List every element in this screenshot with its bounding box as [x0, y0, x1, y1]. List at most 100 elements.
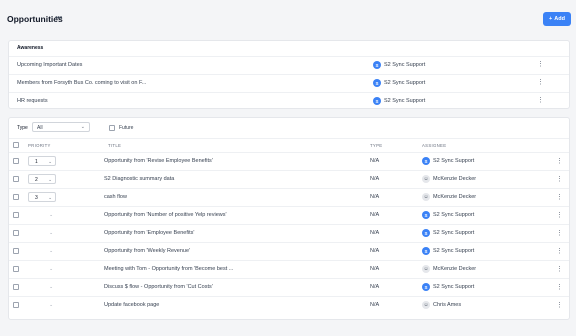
more-vertical-icon[interactable]: ⋮ — [556, 284, 563, 291]
priority-select[interactable]: 3 ⌄ — [28, 192, 56, 202]
more-vertical-icon[interactable]: ⋮ — [556, 212, 563, 219]
table-row[interactable]: 2 ⌄ S2 Diagnostic summary data N/A ☺ McKenzie… — [9, 170, 569, 188]
priority-select[interactable]: ⌄ — [28, 210, 56, 220]
priority-select[interactable]: 1 ⌄ — [28, 156, 56, 166]
awareness-row[interactable]: HR requests S S2 Sync Support ⋮ — [9, 92, 569, 109]
row-title[interactable]: Opportunity from 'Weekly Revenue' — [104, 248, 190, 254]
row-checkbox[interactable] — [13, 176, 19, 182]
chevron-down-icon: ⌄ — [49, 248, 53, 253]
more-vertical-icon[interactable]: ⋮ — [556, 266, 563, 273]
more-vertical-icon[interactable]: ⋮ — [537, 79, 544, 86]
row-type: N/A — [370, 266, 380, 272]
more-vertical-icon[interactable]: ⋮ — [556, 176, 563, 183]
table-row[interactable]: 3 ⌄ cash flow N/A ☺ McKenzie Decker ⋮ — [9, 188, 569, 206]
table-row[interactable]: 1 ⌄ Opportunity from 'Revise Employee Bene… — [9, 152, 569, 170]
assignee-name: S2 Sync Support — [433, 248, 475, 254]
priority-select[interactable]: ⌄ — [28, 264, 56, 274]
row-title[interactable]: Discuss $ flow - Opportunity from 'Cut C… — [104, 284, 213, 290]
more-vertical-icon[interactable]: ⋮ — [556, 302, 563, 309]
more-vertical-icon[interactable]: ⋮ — [556, 248, 563, 255]
s2-sync-logo-icon: S — [422, 283, 430, 291]
priority-value: 1 — [35, 159, 38, 165]
row-title[interactable]: Meeting with Tom - Opportunity from 'Bec… — [104, 266, 233, 272]
awareness-assignee: S S2 Sync Support — [373, 79, 425, 87]
row-type: N/A — [370, 230, 380, 236]
table-row[interactable]: ⌄ Opportunity from 'Employee Benefits' N/A… — [9, 224, 569, 242]
awareness-row[interactable]: Members from Forsyth Bus Co. coming to v… — [9, 74, 569, 91]
row-assignee: S S2 Sync Support — [422, 157, 474, 165]
row-assignee: ☺ McKenzie Decker — [422, 265, 476, 273]
s2-sync-logo-icon: S — [373, 61, 381, 69]
row-checkbox[interactable] — [13, 248, 19, 254]
assignee-name: S2 Sync Support — [433, 284, 475, 290]
row-checkbox[interactable] — [13, 212, 19, 218]
top-bar: Opportunities ••• + Add — [0, 0, 576, 34]
awareness-title: Awareness — [17, 45, 44, 51]
awareness-item-name[interactable]: HR requests — [17, 98, 48, 104]
more-vertical-icon[interactable]: ⋮ — [556, 230, 563, 237]
row-checkbox[interactable] — [13, 158, 19, 164]
chevron-down-icon: ⌄ — [48, 177, 52, 182]
more-vertical-icon[interactable]: ⋮ — [537, 97, 544, 104]
priority-select[interactable]: 2 ⌄ — [28, 174, 56, 184]
priority-select[interactable]: ⌄ — [28, 282, 56, 292]
chevron-down-icon: ⌄ — [49, 266, 53, 271]
more-vertical-icon[interactable]: ⋮ — [537, 61, 544, 68]
user-avatar-icon: ☺ — [422, 175, 430, 183]
row-checkbox[interactable] — [13, 284, 19, 290]
row-title[interactable]: Opportunity from 'Number of positive Yel… — [104, 212, 227, 218]
row-title[interactable]: Opportunity from 'Employee Benefits' — [104, 230, 194, 236]
row-type: N/A — [370, 212, 380, 218]
assignee-name: Chris Ames — [433, 302, 462, 308]
assignee-name: S2 Sync Support — [433, 158, 475, 164]
chevron-down-icon: ⌄ — [80, 124, 85, 130]
table-header: PRIORITY TITLE TYPE ASSIGNEE — [9, 138, 569, 152]
table-row[interactable]: ⌄ Update facebook page N/A ☺ Chris Ames ⋮ — [9, 296, 569, 314]
priority-select[interactable]: ⌄ — [28, 246, 56, 256]
row-checkbox[interactable] — [13, 230, 19, 236]
chevron-down-icon: ⌄ — [49, 212, 53, 217]
row-checkbox[interactable] — [13, 194, 19, 200]
row-title[interactable]: cash flow — [104, 194, 127, 200]
s2-sync-logo-icon: S — [373, 97, 381, 105]
future-checkbox[interactable] — [109, 125, 115, 131]
row-type: N/A — [370, 158, 380, 164]
assignee-name: S2 Sync Support — [384, 98, 426, 104]
row-type: N/A — [370, 284, 380, 290]
future-checkbox-label: Future — [119, 125, 134, 131]
type-filter-value: All — [37, 125, 43, 131]
assignee-name: McKenzie Decker — [433, 194, 477, 200]
priority-select[interactable]: ⌄ — [28, 300, 56, 310]
row-checkbox[interactable] — [13, 302, 19, 308]
user-avatar-icon: ☺ — [422, 265, 430, 273]
s2-sync-logo-icon: S — [373, 79, 381, 87]
type-filter-label: Type — [17, 125, 28, 131]
assignee-column-header[interactable]: ASSIGNEE — [422, 143, 446, 148]
row-checkbox[interactable] — [13, 266, 19, 272]
table-row[interactable]: ⌄ Meeting with Tom - Opportunity from 'Be… — [9, 260, 569, 278]
more-horizontal-icon[interactable]: ••• — [55, 13, 62, 22]
awareness-item-name[interactable]: Upcoming Important Dates — [17, 62, 82, 68]
row-assignee: S S2 Sync Support — [422, 211, 474, 219]
more-vertical-icon[interactable]: ⋮ — [556, 158, 563, 165]
awareness-row[interactable]: Upcoming Important Dates S S2 Sync Suppo… — [9, 56, 569, 73]
type-filter-select[interactable]: All ⌄ — [32, 122, 90, 132]
priority-value: 3 — [35, 195, 38, 201]
table-row[interactable]: ⌄ Opportunity from 'Number of positive Ye… — [9, 206, 569, 224]
add-button[interactable]: + Add — [543, 12, 571, 26]
priority-column-header[interactable]: PRIORITY — [28, 143, 51, 148]
type-column-header[interactable]: TYPE — [370, 143, 382, 148]
awareness-item-name[interactable]: Members from Forsyth Bus Co. coming to v… — [17, 80, 146, 86]
priority-select[interactable]: ⌄ — [28, 228, 56, 238]
title-column-header[interactable]: TITLE — [108, 143, 121, 148]
select-all-checkbox[interactable] — [13, 142, 19, 148]
assignee-name: S2 Sync Support — [433, 212, 475, 218]
chevron-down-icon: ⌄ — [48, 195, 52, 200]
table-row[interactable]: ⌄ Opportunity from 'Weekly Revenue' N/A S S2… — [9, 242, 569, 260]
more-vertical-icon[interactable]: ⋮ — [556, 194, 563, 201]
row-title[interactable]: S2 Diagnostic summary data — [104, 176, 174, 182]
row-title[interactable]: Update facebook page — [104, 302, 159, 308]
user-avatar-icon: ☺ — [422, 301, 430, 309]
row-title[interactable]: Opportunity from 'Revise Employee Benefi… — [104, 158, 213, 164]
table-row[interactable]: ⌄ Discuss $ flow - Opportunity from 'Cut … — [9, 278, 569, 296]
